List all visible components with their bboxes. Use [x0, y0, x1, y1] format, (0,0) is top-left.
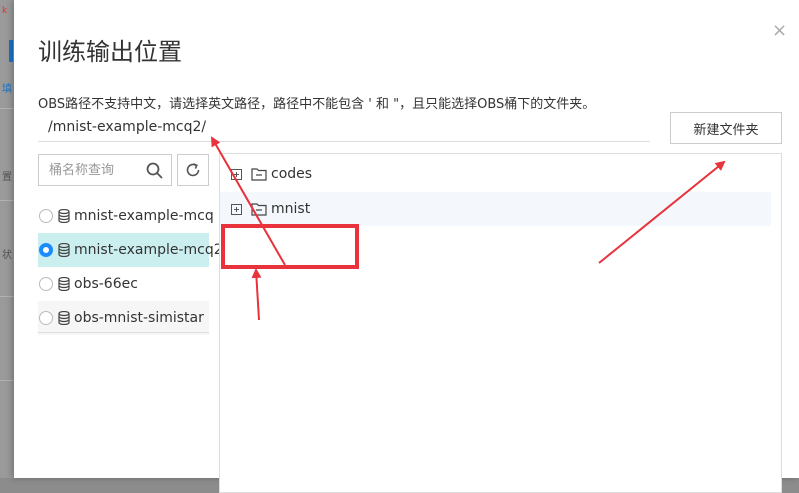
folder-name: codes [271, 166, 313, 182]
folder-icon [251, 168, 267, 181]
bucket-search-box [38, 154, 172, 186]
refresh-icon [186, 163, 200, 177]
close-icon[interactable]: × [772, 22, 787, 40]
obs-path-input[interactable] [38, 112, 650, 142]
folder-icon [251, 203, 267, 216]
output-location-dialog: 训练输出位置 × OBS路径不支持中文，请选择英文路径，路径中不能包含 ' 和 … [14, 0, 799, 493]
bucket-item-selected[interactable]: mnist-example-mcq2 [38, 233, 223, 267]
background-text: k [2, 6, 8, 16]
expand-icon[interactable] [231, 168, 242, 180]
bucket-radio[interactable] [39, 311, 53, 325]
bucket-radio[interactable] [39, 277, 53, 291]
bucket-name: mnist-example-mcq2 [74, 242, 223, 258]
dialog-title: 训练输出位置 [38, 38, 182, 66]
background-accent-bar [9, 40, 13, 62]
bucket-radio[interactable] [39, 209, 53, 223]
search-icon[interactable] [146, 162, 163, 179]
new-folder-button[interactable]: 新建文件夹 [670, 112, 782, 144]
folder-row[interactable]: mnist [220, 192, 771, 226]
bucket-name: obs-mnist-simistar [74, 310, 204, 326]
background-text: 状 [2, 250, 12, 261]
bucket-list-divider [38, 332, 209, 333]
bucket-item[interactable]: obs-66ec [38, 267, 209, 301]
bucket-search-input[interactable] [39, 155, 155, 185]
background-text: 填 [2, 84, 12, 95]
bucket-icon [58, 243, 70, 257]
path-hint-text: OBS路径不支持中文，请选择英文路径，路径中不能包含 ' 和 "，且只能选择OB… [38, 97, 596, 112]
bucket-icon [58, 277, 70, 291]
bucket-item[interactable]: mnist-example-mcq [38, 199, 214, 233]
bucket-radio-checked[interactable] [39, 243, 53, 257]
background-text: 置 [2, 172, 12, 183]
bucket-list: mnist-example-mcq mnist-example-mcq2 obs… [38, 199, 223, 335]
folder-row[interactable]: codes [220, 157, 771, 191]
expand-icon[interactable] [231, 203, 242, 215]
bucket-name: obs-66ec [74, 276, 138, 292]
bucket-name: mnist-example-mcq [74, 208, 214, 224]
bucket-item[interactable]: obs-mnist-simistar [38, 301, 209, 335]
bucket-icon [58, 311, 70, 325]
bucket-icon [58, 209, 70, 223]
folder-name: mnist [271, 201, 311, 217]
folder-tree: codes mnist [219, 153, 782, 493]
refresh-button[interactable] [177, 154, 209, 186]
